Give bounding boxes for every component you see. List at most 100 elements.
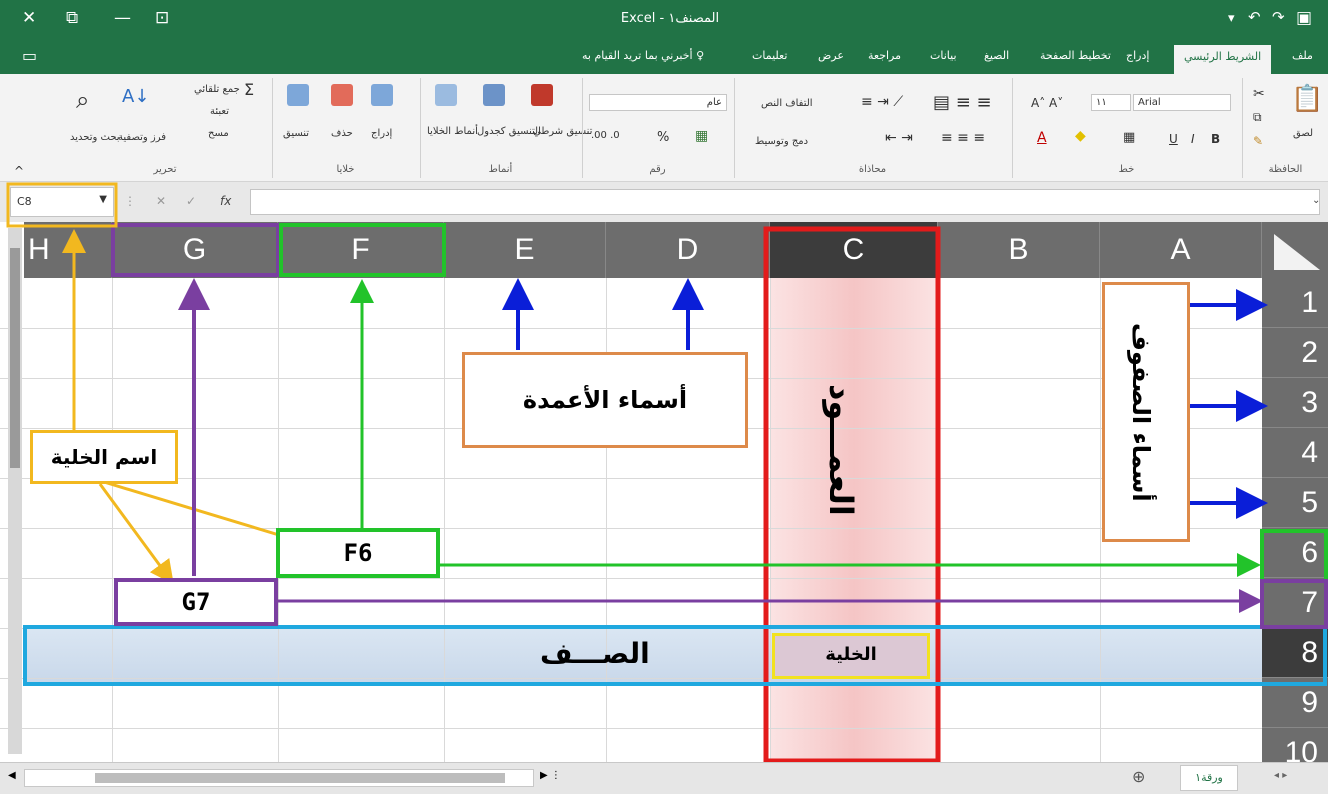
horizontal-align-icons[interactable]: ≡ ≡ ≡: [941, 130, 985, 146]
row-header-9[interactable]: 9: [1262, 678, 1328, 728]
format-painter-icon[interactable]: ✎: [1253, 134, 1263, 148]
row-header-2[interactable]: 2: [1262, 328, 1328, 378]
group-styles: أنماط الخلايا التنسيق كجدول تنسيق شرطي أ…: [420, 78, 592, 178]
wrap-text-button[interactable]: التفاف النص: [761, 98, 813, 109]
tab-help[interactable]: تعليمات: [752, 49, 787, 62]
tab-formulas[interactable]: الصيغ: [984, 49, 1009, 62]
f6-cell-label: F6: [276, 528, 440, 578]
bold-button[interactable]: B: [1211, 132, 1220, 146]
undo-icon[interactable]: ↶: [1248, 8, 1261, 26]
formula-input[interactable]: [250, 189, 1320, 215]
tab-review[interactable]: مراجعة: [868, 49, 901, 62]
underline-button[interactable]: U: [1169, 132, 1178, 146]
cut-icon[interactable]: ✂: [1253, 86, 1265, 102]
scroll-left-icon[interactable]: ◀: [8, 770, 16, 781]
redo-icon[interactable]: ↷: [1272, 8, 1285, 26]
chevron-down-icon[interactable]: ▼: [99, 194, 107, 205]
cell-styles-icon[interactable]: [435, 84, 457, 106]
tab-home[interactable]: الشريط الرئيسي: [1174, 45, 1272, 74]
ribbon-display-icon[interactable]: ⊡: [155, 8, 169, 28]
sort-filter-button[interactable]: فرز وتصفية: [118, 132, 166, 143]
row-header-1[interactable]: 1: [1262, 278, 1328, 328]
align-top-icon[interactable]: ▤ ≡ ≡: [933, 92, 992, 113]
format-as-table-icon[interactable]: [483, 84, 505, 106]
format-button[interactable]: تنسيق: [283, 128, 309, 139]
collapse-ribbon-icon[interactable]: ^: [14, 164, 24, 178]
column-header-d[interactable]: D: [606, 222, 770, 278]
merge-center-button[interactable]: دمج وتوسيط: [755, 136, 808, 147]
search-icon[interactable]: ⌕: [76, 86, 89, 114]
decimal-buttons[interactable]: .00 .0: [591, 130, 620, 141]
sort-filter-icon[interactable]: A↓: [122, 86, 149, 107]
row-header-3[interactable]: 3: [1262, 378, 1328, 428]
tab-data[interactable]: بيانات: [930, 49, 957, 62]
horizontal-scroll-thumb[interactable]: [95, 773, 505, 783]
name-box[interactable]: C8 ▼: [10, 187, 114, 217]
font-name-select[interactable]: Arial: [1133, 94, 1231, 111]
insert-cells-icon[interactable]: [371, 84, 393, 106]
percent-button[interactable]: %: [657, 130, 669, 145]
borders-icon[interactable]: ▦: [1123, 130, 1135, 145]
format-cells-icon[interactable]: [287, 84, 309, 106]
scroll-right-icon[interactable]: ▶ ⋮: [540, 770, 561, 781]
tab-file[interactable]: ملف: [1292, 49, 1313, 62]
save-icon[interactable]: ▣: [1296, 8, 1312, 28]
fill-color-icon[interactable]: ◆: [1075, 128, 1086, 144]
customize-qat-icon[interactable]: ▾: [1228, 11, 1235, 26]
delete-cells-icon[interactable]: [331, 84, 353, 106]
orientation-icon[interactable]: ≡ ⇥ ⟋: [861, 94, 903, 110]
row-header-7[interactable]: 7: [1262, 578, 1328, 628]
expand-formula-icon[interactable]: ⌄: [1312, 195, 1320, 206]
column-header-h[interactable]: H: [24, 222, 112, 278]
number-format-select[interactable]: عام: [589, 94, 727, 111]
sheet-nav-icons[interactable]: ◂ ▸: [1274, 770, 1287, 781]
vertical-scroll-thumb[interactable]: [10, 248, 20, 468]
column-header-f[interactable]: F: [278, 222, 444, 278]
conditional-formatting-icon[interactable]: [531, 84, 553, 106]
row-header-6[interactable]: 6: [1262, 528, 1328, 578]
font-size-select[interactable]: ١١: [1091, 94, 1131, 111]
row-header-8[interactable]: 8: [1262, 628, 1328, 678]
column-header-a[interactable]: A: [1100, 222, 1262, 278]
comments-icon[interactable]: ▭: [22, 46, 37, 65]
sheet-tab[interactable]: ورقة١: [1180, 765, 1238, 791]
close-icon[interactable]: ✕: [22, 8, 36, 28]
tell-me-box[interactable]: أخبرني بما تريد القيام به ♀: [582, 49, 704, 62]
font-color-icon[interactable]: A: [1037, 130, 1047, 146]
row-header-10[interactable]: 10: [1262, 728, 1328, 762]
clear-button[interactable]: مسح: [208, 128, 229, 139]
paste-button[interactable]: لصق: [1293, 128, 1313, 139]
vertical-scrollbar[interactable]: [8, 228, 22, 754]
minimize-icon[interactable]: —: [114, 8, 131, 28]
currency-icon[interactable]: ▦: [695, 128, 708, 144]
italic-button[interactable]: I: [1191, 132, 1195, 146]
tab-insert[interactable]: إدراج: [1126, 49, 1149, 62]
restore-icon[interactable]: ⧉: [66, 8, 78, 28]
column-header-g[interactable]: G: [112, 222, 278, 278]
column-header-b[interactable]: B: [938, 222, 1100, 278]
find-select-button[interactable]: بحث وتحديد: [70, 132, 120, 143]
insert-function-button[interactable]: fx: [220, 194, 231, 208]
group-alignment: التفاف النص دمج وتوسيط ≡ ⇥ ⟋ ▤ ≡ ≡ ⇤ ⇥ ≡…: [734, 78, 1010, 178]
tab-page-layout[interactable]: تخطيط الصفحة: [1040, 49, 1111, 62]
format-as-table-button[interactable]: التنسيق كجدول: [477, 126, 541, 137]
paste-icon[interactable]: 📋: [1291, 84, 1323, 114]
autosum-button[interactable]: جمع تلقائي: [194, 84, 240, 95]
cell-styles-button[interactable]: أنماط الخلايا: [427, 126, 478, 137]
row-header-5[interactable]: 5: [1262, 478, 1328, 528]
column-header-c[interactable]: C: [770, 222, 938, 278]
row-header-4[interactable]: 4: [1262, 428, 1328, 478]
enter-icon[interactable]: ✓: [186, 194, 196, 208]
copy-icon[interactable]: ⧉: [1253, 110, 1262, 125]
new-sheet-icon[interactable]: ⊕: [1132, 767, 1145, 786]
tab-view[interactable]: عرض: [818, 49, 844, 62]
horizontal-scrollbar[interactable]: [24, 769, 534, 787]
fill-button[interactable]: تعبئة: [210, 106, 229, 117]
insert-button[interactable]: إدراج: [371, 128, 392, 139]
select-all-button[interactable]: [1262, 222, 1328, 278]
delete-button[interactable]: حذف: [331, 128, 353, 139]
indent-icons[interactable]: ⇤ ⇥: [885, 130, 913, 146]
cancel-icon[interactable]: ✕: [156, 194, 166, 208]
column-header-e[interactable]: E: [444, 222, 606, 278]
font-grow-shrink-icons[interactable]: A˄ A˅: [1031, 96, 1063, 110]
